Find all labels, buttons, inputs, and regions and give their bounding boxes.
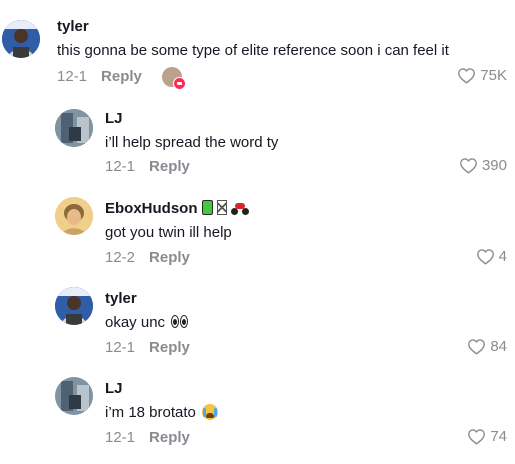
comment-username[interactable]: tyler [105, 290, 137, 308]
heart-icon [458, 68, 476, 84]
lj-avatar[interactable] [55, 377, 93, 415]
comment-meta: 12-1 Reply [105, 429, 190, 447]
reply-button[interactable]: Reply [101, 68, 142, 85]
comment-username[interactable]: LJ [105, 380, 123, 398]
comment-username[interactable]: EboxHudson [105, 200, 250, 218]
comment-text: i’m 18 brotato [105, 403, 219, 422]
comment-text: got you twin ill help [105, 224, 232, 241]
like-count: 390 [481, 157, 507, 174]
reply-item: tyler okay unc 12-1 Reply 84 [0, 280, 515, 370]
like-count: 84 [490, 338, 507, 355]
comment-text: this gonna be some type of elite referen… [57, 42, 449, 59]
tyler-avatar[interactable] [55, 287, 93, 325]
comment-date: 12-1 [105, 158, 136, 175]
lj-avatar[interactable] [55, 109, 93, 147]
ebox-avatar[interactable] [55, 197, 93, 235]
comment-username-text: EboxHudson [105, 200, 198, 217]
like-button[interactable]: 74 [467, 428, 507, 445]
comment-text: okay unc [105, 313, 190, 332]
comment-meta: 12-2 Reply [105, 249, 190, 267]
cross-box-emoji-icon [216, 200, 227, 215]
reply-item: LJ i’ll help spread the word ty 12-1 Repl… [0, 100, 515, 190]
like-button[interactable]: 4 [476, 248, 507, 265]
comment-text: i’ll help spread the word ty [105, 134, 279, 151]
comment-meta: 12-1 Reply [105, 339, 190, 357]
eyes-emoji-icon [171, 315, 190, 329]
like-button[interactable]: 75K [457, 67, 507, 84]
comment-item: tyler this gonna be some type of elite r… [0, 0, 515, 95]
comment-date: 12-1 [105, 429, 136, 446]
reply-button[interactable]: Reply [149, 249, 190, 266]
comment-text-content: okay unc [105, 314, 166, 331]
heart-icon [476, 249, 494, 265]
battery-emoji-icon [201, 200, 213, 215]
comment-date: 12-2 [105, 249, 136, 266]
like-count: 75K [480, 67, 507, 84]
heart-icon [468, 339, 486, 355]
like-count: 74 [490, 428, 507, 445]
creator-liked-avatar [162, 67, 186, 90]
tyler-avatar[interactable] [2, 20, 40, 58]
reply-item: LJ i’m 18 brotato 12-1 Reply 74 [0, 370, 515, 464]
comment-date: 12-1 [57, 68, 88, 85]
like-button[interactable]: 84 [467, 338, 507, 355]
heart-icon [468, 429, 486, 445]
reply-button[interactable]: Reply [149, 429, 190, 446]
like-count: 4 [498, 248, 507, 265]
heart-icon [460, 158, 477, 174]
reply-button[interactable]: Reply [149, 158, 190, 175]
creator-heart-badge-icon [173, 77, 186, 90]
reply-item: EboxHudson got you twin ill help 12-2 Rep… [0, 190, 515, 280]
like-button[interactable]: 390 [459, 157, 507, 174]
comment-meta: 12-1 Reply [105, 158, 190, 176]
comment-username[interactable]: LJ [105, 110, 123, 128]
reply-button[interactable]: Reply [149, 339, 190, 356]
motorcycle-emoji-icon [231, 201, 250, 215]
comment-date: 12-1 [105, 339, 136, 356]
comment-meta: 12-1 Reply [57, 68, 142, 86]
comment-text-content: i’m 18 brotato [105, 404, 196, 421]
comment-username[interactable]: tyler [57, 18, 89, 36]
crying-face-emoji-icon [202, 404, 219, 420]
